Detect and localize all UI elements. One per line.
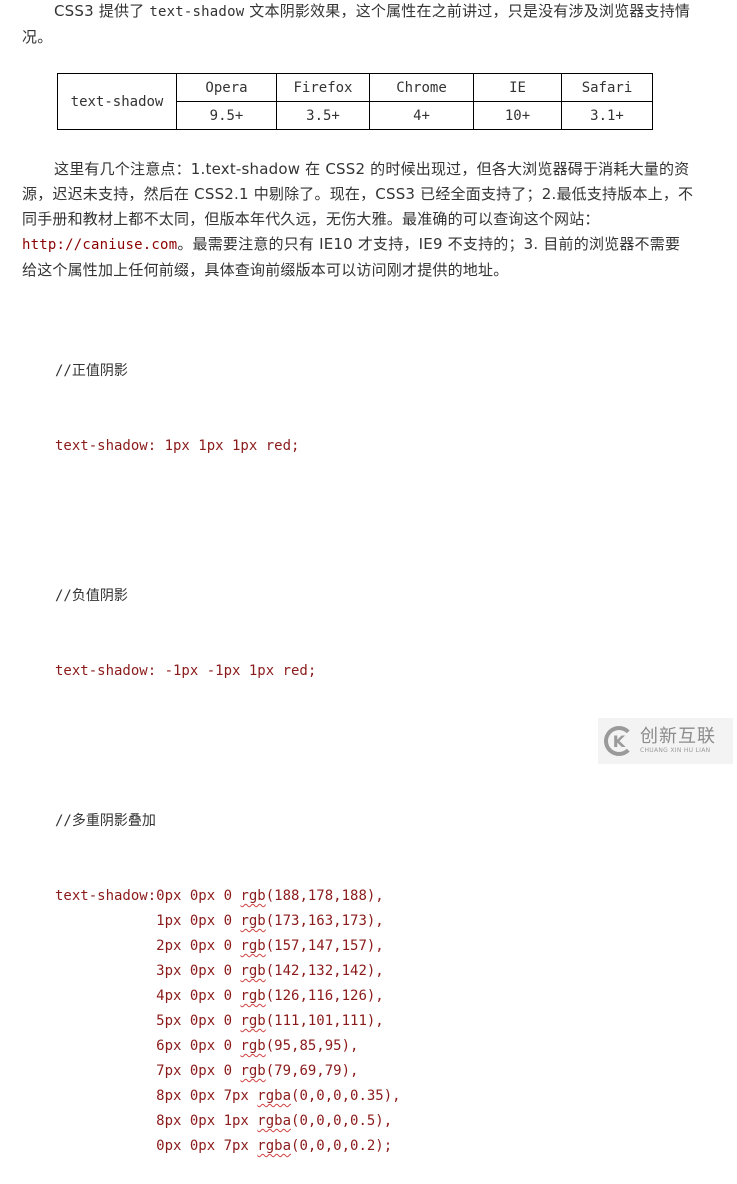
caniuse-link[interactable]: http://caniuse.com (22, 237, 177, 253)
shadow-offsets: 6px 0px 0 (55, 1038, 241, 1054)
brand-name: 创新互联 (640, 726, 716, 747)
shadow-offsets: 2px 0px 0 (55, 938, 241, 954)
browser-header-opera: Opera (176, 73, 277, 102)
version-cell-ie: 10+ (473, 101, 562, 130)
color-function: rgba (257, 1138, 292, 1154)
version-cell-chrome: 4+ (369, 101, 474, 130)
notes-text: 这里有几个注意点：1.text-shadow 在 CSS2 的时候出现过，但各大… (22, 160, 694, 228)
shadow-offsets: 8px 0px 1px (55, 1113, 258, 1129)
code-line-multi: 1px 0px 0 rgb(173,163,173), (55, 909, 401, 934)
brand-name-pinyin: CHUANG XIN HU LIAN (640, 747, 711, 754)
color-args: (126,116,126), (265, 988, 384, 1004)
shadow-offsets: 3px 0px 0 (55, 963, 241, 979)
property-cell: text-shadow (57, 73, 177, 130)
code-line-multi: 4px 0px 0 rgb(126,116,126), (55, 984, 401, 1009)
code-comment-positive: //正值阴影 (55, 363, 128, 379)
color-args: (188,178,188), (265, 888, 384, 904)
browser-header-firefox: Firefox (276, 73, 370, 102)
color-args: (0,0,0,0.5), (291, 1113, 393, 1129)
color-function: rgba (257, 1113, 292, 1129)
code-line-multi: 2px 0px 0 rgb(157,147,157), (55, 934, 401, 959)
shadow-offsets: 1px 0px 0 (55, 913, 241, 929)
color-args: (79,69,79), (265, 1063, 359, 1079)
version-cell-safari: 3.1+ (561, 101, 653, 130)
intro-text: CSS3 提供了 (54, 2, 150, 20)
code-line-multi: 6px 0px 0 rgb(95,85,95), (55, 1034, 401, 1059)
code-line-multi: 7px 0px 0 rgb(79,69,79), (55, 1059, 401, 1084)
browser-support-table: text-shadow Opera Firefox Chrome IE Safa… (57, 73, 653, 130)
code-line-multi: 8px 0px 7px rgba(0,0,0,0.35), (55, 1084, 401, 1109)
code-multi-shadow-lines: text-shadow:0px 0px 0 rgb(188,178,188), … (55, 884, 401, 1159)
code-line-positive: text-shadow: 1px 1px 1px red; (55, 438, 300, 454)
notes-paragraph: 这里有几个注意点：1.text-shadow 在 CSS2 的时候出现过，但各大… (22, 157, 694, 283)
code-block: //正值阴影 text-shadow: 1px 1px 1px red; //负… (55, 309, 401, 1184)
table-row: text-shadow Opera Firefox Chrome IE Safa… (57, 73, 653, 130)
code-comment-negative: //负值阴影 (55, 588, 128, 604)
version-cell-opera: 9.5+ (176, 101, 277, 130)
code-line-negative: text-shadow: -1px -1px 1px red; (55, 663, 317, 679)
color-args: (111,101,111), (265, 1013, 384, 1029)
color-function: rgb (240, 888, 266, 904)
code-comment-multi: //多重阴影叠加 (55, 813, 156, 829)
browser-header-safari: Safari (561, 73, 653, 102)
browser-header-ie: IE (473, 73, 562, 102)
intro-code: text-shadow (149, 4, 245, 20)
color-args: (95,85,95), (265, 1038, 359, 1054)
color-args: (157,147,157), (265, 938, 384, 954)
color-function: rgb (240, 913, 266, 929)
shadow-offsets: text-shadow:0px 0px 0 (55, 888, 241, 904)
watermark: K 创新互联 CHUANG XIN HU LIAN (598, 718, 733, 764)
color-function: rgb (240, 1063, 266, 1079)
color-args: (0,0,0,0.35), (291, 1088, 401, 1104)
version-cell-firefox: 3.5+ (276, 101, 370, 130)
color-function: rgb (240, 1013, 266, 1029)
intro-paragraph: CSS3 提供了 text-shadow 文本阴影效果，这个属性在之前讲过，只是… (22, 0, 694, 50)
shadow-offsets: 0px 0px 7px (55, 1138, 258, 1154)
code-line-multi: 8px 0px 1px rgba(0,0,0,0.5), (55, 1109, 401, 1134)
brand-logo-icon: K (604, 726, 634, 756)
code-line-multi: 3px 0px 0 rgb(142,132,142), (55, 959, 401, 984)
shadow-offsets: 7px 0px 0 (55, 1063, 241, 1079)
code-line-multi: 0px 0px 7px rgba(0,0,0,0.2); (55, 1134, 401, 1159)
code-line-multi: text-shadow:0px 0px 0 rgb(188,178,188), (55, 884, 401, 909)
color-args: (0,0,0,0.2); (291, 1138, 393, 1154)
shadow-offsets: 4px 0px 0 (55, 988, 241, 1004)
code-line-multi: 5px 0px 0 rgb(111,101,111), (55, 1009, 401, 1034)
color-function: rgb (240, 1038, 266, 1054)
browser-header-chrome: Chrome (369, 73, 474, 102)
color-function: rgba (257, 1088, 292, 1104)
color-function: rgb (240, 938, 266, 954)
color-args: (142,132,142), (265, 963, 384, 979)
shadow-offsets: 5px 0px 0 (55, 1013, 241, 1029)
color-function: rgb (240, 988, 266, 1004)
color-function: rgb (240, 963, 266, 979)
color-args: (173,163,173), (265, 913, 384, 929)
shadow-offsets: 8px 0px 7px (55, 1088, 258, 1104)
